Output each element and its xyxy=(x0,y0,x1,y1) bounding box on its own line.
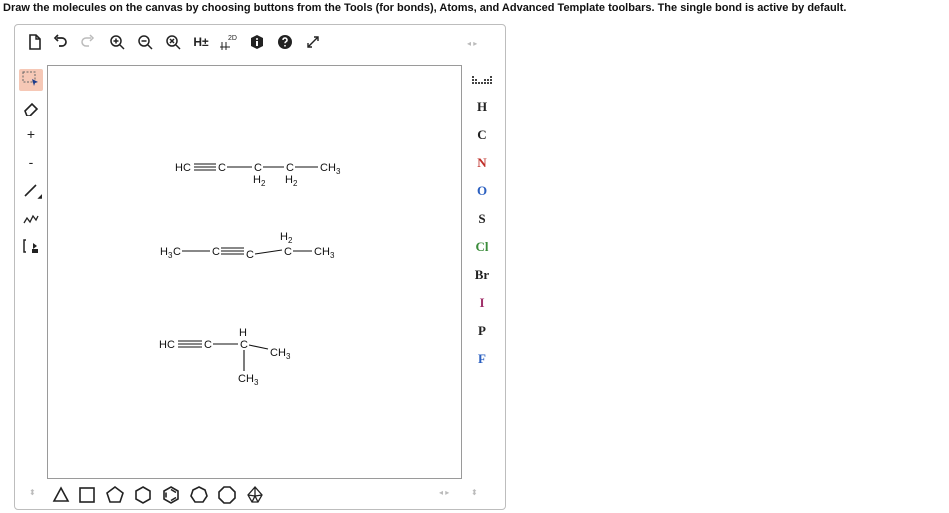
m3-ch: CH xyxy=(270,347,286,359)
bicyclic-template-icon[interactable] xyxy=(245,485,265,505)
m3-ch2: CH xyxy=(238,373,254,385)
m3-ch-sub: 3 xyxy=(286,352,291,361)
atom-i-button[interactable]: I xyxy=(466,291,498,315)
periodic-table-icon[interactable] xyxy=(466,69,498,93)
undo-icon[interactable] xyxy=(51,32,71,52)
clean-2d-button[interactable]: 2D xyxy=(219,32,239,52)
bottom-scroll-arrows[interactable]: ◂ ▸ xyxy=(439,488,449,497)
bottom-right-scroll-arrows[interactable]: ⬍ xyxy=(471,488,478,497)
atom-cl-button[interactable]: Cl xyxy=(466,235,498,259)
m3-ch2-sub: 3 xyxy=(254,378,259,387)
m1-hc: HC xyxy=(175,162,191,174)
m2-h: H xyxy=(160,246,168,258)
m1-h2b-sub: 2 xyxy=(293,179,298,188)
atom-p-button[interactable]: P xyxy=(466,319,498,343)
molecule-editor: H± 2D ◂ ▸ + - ◢ HC C C H 2 C H 2 CH 3 H … xyxy=(14,24,506,510)
m1-h2b: H xyxy=(285,174,293,186)
m1-c1: C xyxy=(218,162,226,174)
molecule-3: HC C H C CH 3 CH 3 xyxy=(159,327,291,387)
charge-minus-button[interactable]: - xyxy=(19,151,43,173)
zoom-out-icon[interactable] xyxy=(135,32,155,52)
molecule-drawings: HC C C H 2 C H 2 CH 3 H 3 C C C H 2 C CH… xyxy=(159,162,341,387)
eraser-icon[interactable] xyxy=(19,97,43,119)
m3-h: H xyxy=(239,327,247,339)
m1-ch: CH xyxy=(320,162,336,174)
m3-c: C xyxy=(204,339,212,351)
fullscreen-icon[interactable] xyxy=(303,32,323,52)
atom-h-button[interactable]: H xyxy=(466,95,498,119)
cyclohexane-icon[interactable] xyxy=(133,485,153,505)
m1-ch-sub: 3 xyxy=(336,167,341,176)
submenu-corner-icon: ◢ xyxy=(37,194,42,200)
cyclooctane-icon[interactable] xyxy=(217,485,237,505)
select-tool-icon[interactable] xyxy=(19,69,43,91)
zoom-in-icon[interactable] xyxy=(107,32,127,52)
m2-ch: CH xyxy=(314,246,330,258)
atom-br-button[interactable]: Br xyxy=(466,263,498,287)
cyclopropane-icon[interactable] xyxy=(51,485,71,505)
redo-icon[interactable] xyxy=(77,32,97,52)
bottom-left-scroll-arrows[interactable]: ⬍ xyxy=(29,488,36,497)
drawing-canvas[interactable]: HC C C H 2 C H 2 CH 3 H 3 C C C H 2 C CH… xyxy=(47,65,462,479)
charge-plus-button[interactable]: + xyxy=(19,123,43,145)
new-document-icon[interactable] xyxy=(25,32,45,52)
single-bond-icon[interactable]: ◢ xyxy=(19,179,43,201)
hydrogens-button[interactable]: H± xyxy=(191,32,211,52)
molecule-1: HC C C H 2 C H 2 CH 3 xyxy=(175,162,341,188)
clean-2d-label: 2D xyxy=(228,35,237,42)
m2-c3: C xyxy=(284,246,292,258)
atom-c-button[interactable]: C xyxy=(466,123,498,147)
m2-c2: C xyxy=(246,249,254,261)
cyclobutane-icon[interactable] xyxy=(77,485,97,505)
m2-ch-sub: 3 xyxy=(330,251,335,260)
m2-h2-sub: 2 xyxy=(288,236,293,245)
zoom-reset-icon[interactable] xyxy=(163,32,183,52)
m1-c2: C xyxy=(254,162,262,174)
top-toolbar: H± 2D ◂ ▸ xyxy=(15,25,505,59)
m2-c1: C xyxy=(212,246,220,258)
info-icon[interactable] xyxy=(247,32,267,52)
atom-o-button[interactable]: O xyxy=(466,179,498,203)
instructions-text: Draw the molecules on the canvas by choo… xyxy=(3,2,847,14)
help-icon[interactable] xyxy=(275,32,295,52)
m3-c2: C xyxy=(240,339,248,351)
atom-f-button[interactable]: F xyxy=(466,347,498,371)
m3-hc: HC xyxy=(159,339,175,351)
molecule-2: H 3 C C C H 2 C CH 3 xyxy=(160,231,335,261)
m1-h2a-sub: 2 xyxy=(261,179,266,188)
m1-c3: C xyxy=(286,162,294,174)
m2-h2: H xyxy=(280,231,288,243)
benzene-icon[interactable] xyxy=(161,485,181,505)
top-scroll-arrows[interactable]: ◂ ▸ xyxy=(467,39,477,48)
m1-h2a: H xyxy=(253,174,261,186)
atom-s-button[interactable]: S xyxy=(466,207,498,231)
template-bracket-icon[interactable] xyxy=(19,235,43,257)
cyclopentane-icon[interactable] xyxy=(105,485,125,505)
chain-tool-icon[interactable] xyxy=(19,207,43,229)
cycloheptane-icon[interactable] xyxy=(189,485,209,505)
m2-h3c-c: C xyxy=(173,246,181,258)
atom-n-button[interactable]: N xyxy=(466,151,498,175)
templates-toolbar: ⬍ ◂ ▸ ⬍ xyxy=(15,480,505,510)
